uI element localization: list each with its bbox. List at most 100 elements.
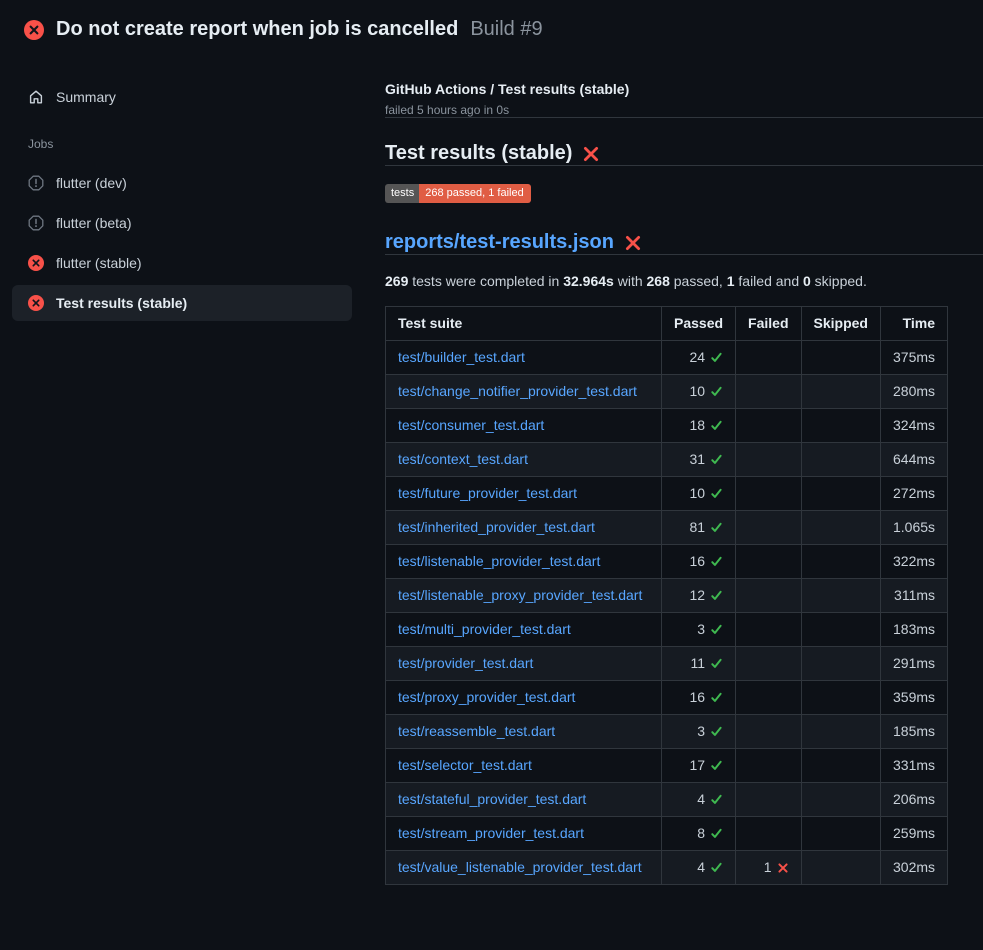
sidebar-item-summary[interactable]: Summary: [12, 79, 352, 115]
suite-cell: test/stream_provider_test.dart: [386, 817, 662, 851]
suite-link[interactable]: test/builder_test.dart: [398, 349, 525, 365]
suite-link[interactable]: test/future_provider_test.dart: [398, 485, 577, 501]
test-results-table: Test suite Passed Failed Skipped Time te…: [385, 306, 948, 885]
run-status-line: failed 5 hours ago in 0s: [385, 103, 983, 117]
suite-link[interactable]: test/selector_test.dart: [398, 757, 532, 773]
failed-cell: [736, 477, 801, 511]
passed-cell: 3: [662, 613, 736, 647]
table-row: test/provider_test.dart11291ms: [386, 647, 948, 681]
failed-circle-x-icon: [28, 295, 44, 311]
suite-link[interactable]: test/listenable_provider_test.dart: [398, 553, 600, 569]
suite-cell: test/builder_test.dart: [386, 341, 662, 375]
breadcrumb: GitHub Actions / Test results (stable): [385, 81, 983, 97]
sidebar-item-label: Summary: [56, 89, 116, 105]
passed-cell: 24: [662, 341, 736, 375]
summary-text: 269: [385, 273, 408, 289]
suite-cell: test/listenable_proxy_provider_test.dart: [386, 579, 662, 613]
suite-link[interactable]: test/inherited_provider_test.dart: [398, 519, 595, 535]
time-cell: 206ms: [880, 783, 947, 817]
failed-cell: [736, 817, 801, 851]
suite-link[interactable]: test/context_test.dart: [398, 451, 528, 467]
sidebar-item-flutter-dev[interactable]: flutter (dev): [12, 165, 352, 201]
cancelled-octagon-icon: [28, 175, 44, 191]
badge-label: tests: [385, 184, 419, 203]
skipped-cell: [801, 851, 880, 885]
failed-circle-x-icon: [28, 255, 44, 271]
table-header-row: Test suite Passed Failed Skipped Time: [386, 307, 948, 341]
divider: [385, 165, 983, 166]
sidebar-item-flutter-beta[interactable]: flutter (beta): [12, 205, 352, 241]
suite-cell: test/selector_test.dart: [386, 749, 662, 783]
sidebar-item-label: flutter (dev): [56, 175, 127, 191]
suite-link[interactable]: test/value_listenable_provider_test.dart: [398, 859, 642, 875]
skipped-cell: [801, 749, 880, 783]
time-cell: 322ms: [880, 545, 947, 579]
sidebar-item-test-results-stable[interactable]: Test results (stable): [12, 285, 352, 321]
skipped-cell: [801, 647, 880, 681]
skipped-cell: [801, 375, 880, 409]
failed-cell: [736, 375, 801, 409]
suite-link[interactable]: test/listenable_proxy_provider_test.dart: [398, 587, 642, 603]
time-cell: 302ms: [880, 851, 947, 885]
suite-cell: test/future_provider_test.dart: [386, 477, 662, 511]
skipped-cell: [801, 681, 880, 715]
table-row: test/selector_test.dart 17 331ms: [386, 749, 948, 783]
summary-text: 1: [727, 273, 735, 289]
table-row: test/future_provider_test.dart10272ms: [386, 477, 948, 511]
time-cell: 259ms: [880, 817, 947, 851]
results-table-body: test/builder_test.dart24375mstest/change…: [386, 341, 948, 885]
time-cell: 280ms: [880, 375, 947, 409]
failed-x-icon: [582, 145, 600, 163]
suite-link[interactable]: test/consumer_test.dart: [398, 417, 544, 433]
suite-cell: test/context_test.dart: [386, 443, 662, 477]
badge-value: 268 passed, 1 failed: [419, 184, 530, 203]
col-failed: Failed: [736, 307, 801, 341]
sidebar-item-flutter-stable[interactable]: flutter (stable): [12, 245, 352, 281]
passed-cell: 17: [662, 749, 736, 783]
build-number: Build #9: [470, 18, 542, 41]
table-row: test/proxy_provider_test.dart16359ms: [386, 681, 948, 715]
skipped-cell: [801, 477, 880, 511]
failed-cell: 1: [736, 851, 801, 885]
time-cell: 183ms: [880, 613, 947, 647]
suite-link[interactable]: test/proxy_provider_test.dart: [398, 689, 575, 705]
cancelled-octagon-icon: [28, 215, 44, 231]
suite-cell: test/stateful_provider_test.dart: [386, 783, 662, 817]
time-cell: 359ms: [880, 681, 947, 715]
time-cell: 331ms: [880, 749, 947, 783]
suite-link[interactable]: test/stream_provider_test.dart: [398, 825, 584, 841]
passed-cell: 16: [662, 545, 736, 579]
table-row: test/change_notifier_provider_test.dart1…: [386, 375, 948, 409]
tests-badge: tests 268 passed, 1 failed: [385, 184, 531, 203]
time-cell: 324ms: [880, 409, 947, 443]
failed-cell: [736, 341, 801, 375]
summary-text: failed and: [735, 273, 804, 289]
time-cell: 311ms: [880, 579, 947, 613]
failed-cell: [736, 511, 801, 545]
skipped-cell: [801, 715, 880, 749]
page-title: Do not create report when job is cancell…: [56, 18, 458, 41]
failed-cell: [736, 443, 801, 477]
suite-cell: test/inherited_provider_test.dart: [386, 511, 662, 545]
table-row: test/context_test.dart31644ms: [386, 443, 948, 477]
skipped-cell: [801, 613, 880, 647]
sidebar: Summary Jobs flutter (dev) flutter (beta…: [0, 55, 385, 325]
failed-cell: [736, 749, 801, 783]
suite-link[interactable]: test/stateful_provider_test.dart: [398, 791, 586, 807]
failed-cell: [736, 545, 801, 579]
suite-link[interactable]: test/change_notifier_provider_test.dart: [398, 383, 637, 399]
skipped-cell: [801, 409, 880, 443]
suite-cell: test/consumer_test.dart: [386, 409, 662, 443]
col-time: Time: [880, 307, 947, 341]
report-file-link[interactable]: reports/test-results.json: [385, 231, 614, 254]
time-cell: 1.065s: [880, 511, 947, 545]
summary-text: 268: [647, 273, 670, 289]
suite-link[interactable]: test/multi_provider_test.dart: [398, 621, 571, 637]
passed-cell: 3: [662, 715, 736, 749]
skipped-cell: [801, 579, 880, 613]
suite-link[interactable]: test/reassemble_test.dart: [398, 723, 555, 739]
skipped-cell: [801, 817, 880, 851]
suite-link[interactable]: test/provider_test.dart: [398, 655, 533, 671]
summary-text: skipped.: [811, 273, 867, 289]
failed-cell: [736, 409, 801, 443]
